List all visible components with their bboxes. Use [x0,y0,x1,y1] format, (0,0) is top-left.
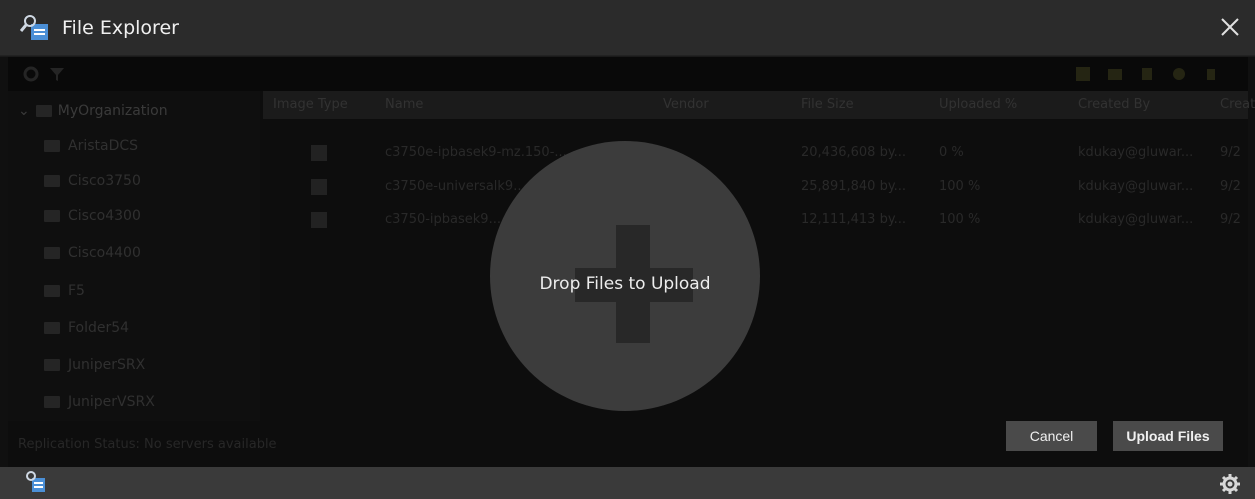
title-bar: File Explorer [0,0,1255,56]
window-title: File Explorer [62,17,179,39]
drop-files-label: Drop Files to Upload [539,274,711,294]
file-explorer-taskbar-icon[interactable] [24,470,46,494]
bottom-bar [0,467,1255,499]
upload-files-button[interactable]: Upload Files [1113,421,1223,451]
cancel-button[interactable]: Cancel [1006,421,1097,451]
gear-icon[interactable] [1219,473,1241,495]
close-icon[interactable] [1215,12,1245,42]
file-explorer-icon [20,15,48,40]
